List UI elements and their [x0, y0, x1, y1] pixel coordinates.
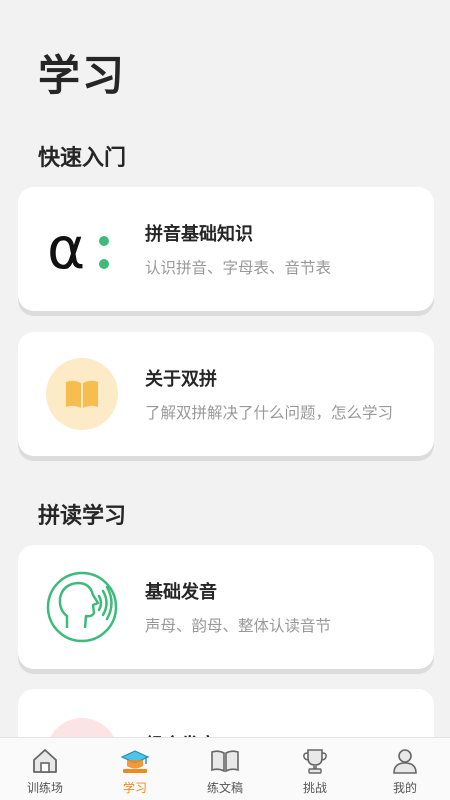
- tab-training[interactable]: 训练场: [0, 738, 90, 800]
- section-title-spelling: 拼读学习: [38, 504, 127, 529]
- card-pinyin-basics[interactable]: α 拼音基础知识 认识拼音、字母表、音节表: [18, 187, 434, 311]
- card-title: 拼音基础知识: [145, 224, 253, 245]
- alpha-icon: α: [45, 212, 119, 286]
- card-desc: 了解双拼解决了什么问题，怎么学习: [145, 404, 394, 422]
- tab-mine[interactable]: 我的: [360, 738, 450, 800]
- tab-label: 训练场: [26, 781, 63, 795]
- card-basic-pronunciation[interactable]: 基础发音 声母、韵母、整体认读音节: [18, 545, 434, 669]
- open-book-icon: [210, 746, 240, 776]
- card-desc: 认识拼音、字母表、音节表: [145, 259, 332, 277]
- page-title: 学习: [38, 51, 127, 100]
- svg-text:α: α: [47, 219, 85, 279]
- bottom-tab-bar: 训练场 学习 练文稿 挑战 我的: [0, 737, 450, 800]
- tab-challenge[interactable]: 挑战: [270, 738, 360, 800]
- tab-label: 挑战: [302, 781, 327, 795]
- tab-label: 学习: [122, 781, 147, 795]
- tab-learn[interactable]: 学习: [90, 738, 180, 800]
- book-icon: [45, 357, 119, 431]
- card-about-shuangpin[interactable]: 关于双拼 了解双拼解决了什么问题，怎么学习: [18, 332, 434, 456]
- section-title-quick-start: 快速入门: [38, 146, 127, 171]
- trophy-icon: [300, 746, 330, 776]
- speaking-head-icon: [45, 570, 119, 644]
- card-title: 关于双拼: [145, 369, 217, 390]
- card-title: 基础发音: [145, 582, 217, 603]
- graduation-cap-icon: [120, 746, 150, 776]
- tab-label: 我的: [392, 781, 417, 795]
- card-desc: 声母、韵母、整体认读音节: [145, 617, 332, 635]
- house-icon: [30, 746, 60, 776]
- tab-label: 练文稿: [206, 781, 243, 795]
- user-icon: [390, 746, 420, 776]
- tab-practice-text[interactable]: 练文稿: [180, 738, 270, 800]
